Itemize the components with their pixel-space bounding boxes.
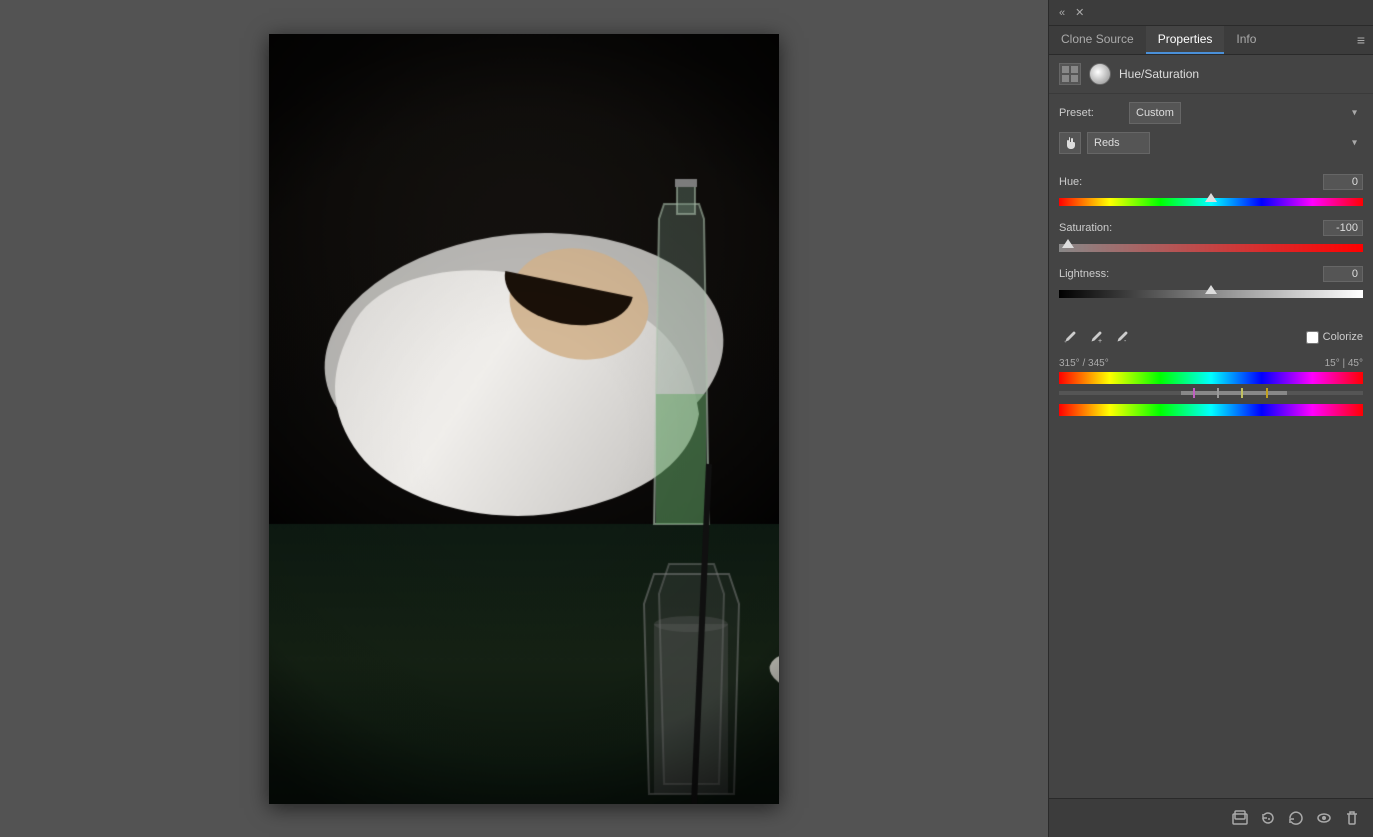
visibility-button[interactable] <box>1313 807 1335 829</box>
eyedropper-button[interactable] <box>1059 326 1081 348</box>
view-previous-button[interactable] <box>1257 807 1279 829</box>
color-spectrum-top <box>1059 372 1363 384</box>
preset-select[interactable]: Custom Default <box>1129 102 1181 124</box>
saturation-value[interactable]: -100 <box>1323 220 1363 236</box>
sliders-section: Hue: 0 Saturation: -100 <box>1049 170 1373 320</box>
canvas-area <box>0 0 1048 837</box>
lightness-label: Lightness: <box>1059 268 1109 280</box>
range-marker-3[interactable] <box>1241 388 1243 398</box>
lightness-slider-thumb[interactable] <box>1205 285 1217 294</box>
eyedropper-add-button[interactable]: + <box>1085 326 1107 348</box>
panel-collapse-button[interactable]: « <box>1055 5 1069 21</box>
range-marker-2[interactable] <box>1217 388 1219 398</box>
hue-slider-row: Hue: 0 <box>1059 174 1363 210</box>
hue-value[interactable]: 0 <box>1323 174 1363 190</box>
panel-close-button[interactable]: ✕ <box>1071 4 1088 21</box>
svg-text:-: - <box>1124 338 1127 344</box>
lightness-slider-track-container[interactable] <box>1059 286 1363 302</box>
colorize-label: Colorize <box>1323 331 1363 343</box>
channel-select[interactable]: Reds Yellows Greens Cyans Blues Magentas… <box>1087 132 1150 154</box>
adjustment-header: Hue/Saturation <box>1049 55 1373 94</box>
channel-row: Reds Yellows Greens Cyans Blues Magentas… <box>1059 132 1363 154</box>
eyedropper-subtract-button[interactable]: - <box>1111 326 1133 348</box>
color-spectrum-bottom <box>1059 404 1363 416</box>
range-marker-1[interactable] <box>1193 388 1195 398</box>
hue-slider-track-container[interactable] <box>1059 194 1363 210</box>
panel-content: Hue/Saturation Preset: Custom Default <box>1049 55 1373 798</box>
tab-properties[interactable]: Properties <box>1146 26 1225 54</box>
preset-label: Preset: <box>1059 107 1129 119</box>
tab-info[interactable]: Info <box>1224 26 1268 54</box>
hue-slider-thumb[interactable] <box>1205 193 1217 202</box>
saturation-slider-track-container[interactable] <box>1059 240 1363 256</box>
hue-label: Hue: <box>1059 176 1082 188</box>
range-label-left: 315° / 345° <box>1059 358 1109 369</box>
range-marker-4[interactable] <box>1266 388 1268 398</box>
saturation-slider-track <box>1059 244 1363 252</box>
delete-button[interactable] <box>1341 807 1363 829</box>
color-range-area: 315° / 345° 15° | 45° <box>1049 354 1373 424</box>
colorize-checkbox[interactable] <box>1306 331 1319 344</box>
panel-bottom-toolbar <box>1049 798 1373 837</box>
saturation-label: Saturation: <box>1059 222 1112 234</box>
preset-select-wrapper: Custom Default <box>1129 102 1363 124</box>
range-label-right: 15° | 45° <box>1325 358 1363 369</box>
controls-area: Preset: Custom Default Reds <box>1049 94 1373 170</box>
preset-row: Preset: Custom Default <box>1059 102 1363 124</box>
panel-menu-button[interactable]: ≡ <box>1349 26 1373 54</box>
range-fill <box>1181 391 1287 395</box>
svg-text:+: + <box>1098 338 1102 344</box>
panel-top-bar: « ✕ <box>1049 0 1373 26</box>
photo-canvas <box>269 34 779 804</box>
adjustment-icon-grid <box>1059 63 1081 85</box>
adjustment-icon-circle <box>1089 63 1111 85</box>
lightness-value[interactable]: 0 <box>1323 266 1363 282</box>
hue-slider-header: Hue: 0 <box>1059 174 1363 190</box>
range-slider-area <box>1059 384 1363 402</box>
panel-tabs: Clone Source Properties Info ≡ <box>1049 26 1373 55</box>
saturation-slider-row: Saturation: -100 <box>1059 220 1363 256</box>
colorize-checkbox-label[interactable]: Colorize <box>1306 331 1363 344</box>
lightness-slider-row: Lightness: 0 <box>1059 266 1363 302</box>
panel-controls: « ✕ <box>1055 4 1088 21</box>
adjustment-title: Hue/Saturation <box>1119 67 1199 81</box>
range-track <box>1059 391 1363 395</box>
channel-select-wrapper: Reds Yellows Greens Cyans Blues Magentas… <box>1087 132 1363 154</box>
clip-to-layer-button[interactable] <box>1229 807 1251 829</box>
hand-tool-button[interactable] <box>1059 132 1081 154</box>
saturation-slider-thumb[interactable] <box>1062 239 1074 248</box>
lightness-slider-header: Lightness: 0 <box>1059 266 1363 282</box>
properties-panel: « ✕ Clone Source Properties Info ≡ Hue/S… <box>1048 0 1373 837</box>
tools-row: + - Colorize <box>1049 320 1373 354</box>
photo-image <box>269 34 779 804</box>
saturation-slider-header: Saturation: -100 <box>1059 220 1363 236</box>
reset-button[interactable] <box>1285 807 1307 829</box>
color-range-labels: 315° / 345° 15° | 45° <box>1059 358 1363 369</box>
tab-clone-source[interactable]: Clone Source <box>1049 26 1146 54</box>
